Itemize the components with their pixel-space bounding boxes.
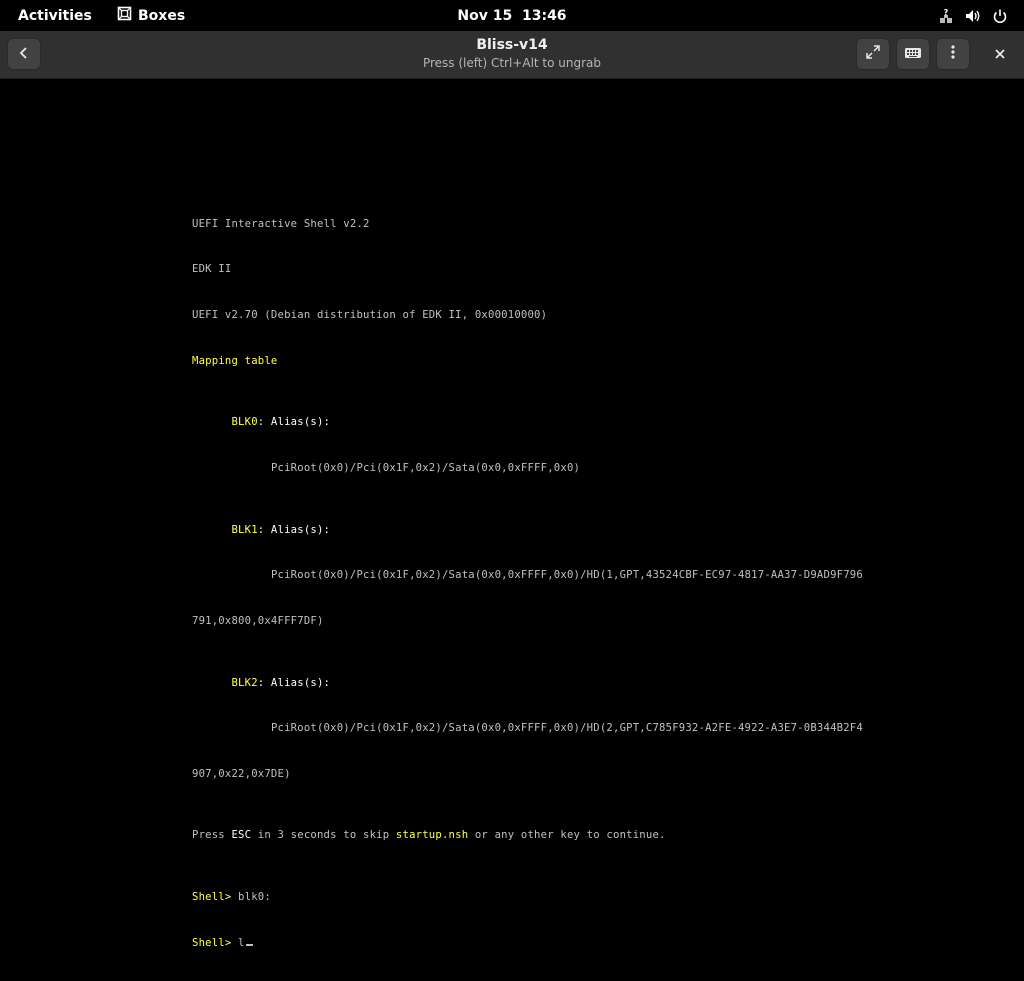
console-line: BLK1: Alias(s): — [192, 523, 863, 538]
date-time-button[interactable]: Nov 15 13:46 — [457, 8, 566, 24]
alias-text: : Alias(s): — [257, 416, 331, 429]
shell-input-text: l — [231, 936, 245, 949]
console-text: Press — [192, 829, 232, 842]
console-line: EDK II — [192, 263, 232, 276]
shell-command-line: Shell> blk0: — [192, 890, 863, 905]
blk0-path: PciRoot(0x0)/Pci(0x1F,0x2)/Sata(0x0,0xFF… — [270, 462, 581, 475]
fullscreen-icon — [865, 44, 881, 64]
close-button[interactable] — [984, 38, 1016, 70]
app-menu-boxes[interactable]: Boxes — [117, 0, 185, 31]
console-text: in 3 seconds to skip — [251, 829, 396, 842]
console-line: BLK2: Alias(s): — [192, 676, 863, 691]
console-line: 791,0x800,0x4FFF7DF) — [192, 615, 324, 628]
power-icon — [992, 8, 1008, 24]
activities-button[interactable]: Activities — [18, 0, 92, 31]
keyboard-icon — [904, 45, 922, 64]
alias-text: : Alias(s): — [257, 523, 331, 536]
startup-nsh-text: startup.nsh — [395, 829, 469, 842]
uefi-shell-console: UEFI Interactive Shell v2.2 EDK II UEFI … — [192, 186, 863, 981]
main-menu-button[interactable] — [936, 38, 970, 70]
console-line: 907,0x22,0x7DE) — [192, 768, 291, 781]
gnome-top-bar: Activities Boxes Nov 15 13:46 ? — [0, 0, 1024, 31]
alias-text: : Alias(s): — [257, 676, 331, 689]
shell-prompt: Shell> — [192, 890, 232, 903]
console-line: PciRoot(0x0)/Pci(0x1F,0x2)/Sata(0x0,0xFF… — [192, 721, 863, 736]
console-text: or any other key to continue. — [468, 829, 666, 842]
console-line: UEFI v2.70 (Debian distribution of EDK I… — [192, 309, 548, 322]
mapping-table-heading: Mapping table — [192, 355, 278, 368]
blk2-label: BLK2 — [231, 676, 258, 689]
svg-text:?: ? — [944, 8, 949, 17]
text-cursor — [245, 943, 253, 946]
console-line: BLK0: Alias(s): — [192, 415, 863, 430]
blk0-label: BLK0 — [231, 416, 258, 429]
back-button[interactable] — [7, 38, 41, 70]
close-icon — [994, 45, 1006, 64]
boxes-header-bar — [0, 31, 1024, 79]
keyboard-shortcuts-button[interactable] — [896, 38, 930, 70]
console-line: PciRoot(0x0)/Pci(0x1F,0x2)/Sata(0x0,0xFF… — [192, 461, 863, 476]
network-unknown-icon: ? — [938, 8, 954, 24]
shell-command: blk0: — [231, 890, 271, 903]
console-line: UEFI Interactive Shell v2.2 — [192, 217, 370, 230]
blk1-label: BLK1 — [231, 523, 258, 536]
system-status-area[interactable]: ? — [938, 0, 1008, 31]
esc-key-text: ESC — [231, 829, 252, 842]
startup-prompt-line: Press ESC in 3 seconds to skip startup.n… — [192, 828, 863, 843]
shell-prompt: Shell> — [192, 936, 232, 949]
fullscreen-button[interactable] — [856, 38, 890, 70]
blk2-path: PciRoot(0x0)/Pci(0x1F,0x2)/Sata(0x0,0xFF… — [270, 722, 863, 735]
blk1-path: PciRoot(0x0)/Pci(0x1F,0x2)/Sata(0x0,0xFF… — [270, 569, 863, 582]
console-line: PciRoot(0x0)/Pci(0x1F,0x2)/Sata(0x0,0xFF… — [192, 568, 863, 583]
back-icon — [17, 45, 31, 64]
vm-display[interactable]: UEFI Interactive Shell v2.2 EDK II UEFI … — [0, 79, 1024, 949]
shell-input-line[interactable]: Shell> l — [192, 936, 863, 951]
boxes-app-icon — [117, 6, 132, 25]
menu-dots-icon — [950, 44, 956, 64]
app-menu-label: Boxes — [138, 7, 186, 24]
volume-icon — [964, 8, 982, 24]
